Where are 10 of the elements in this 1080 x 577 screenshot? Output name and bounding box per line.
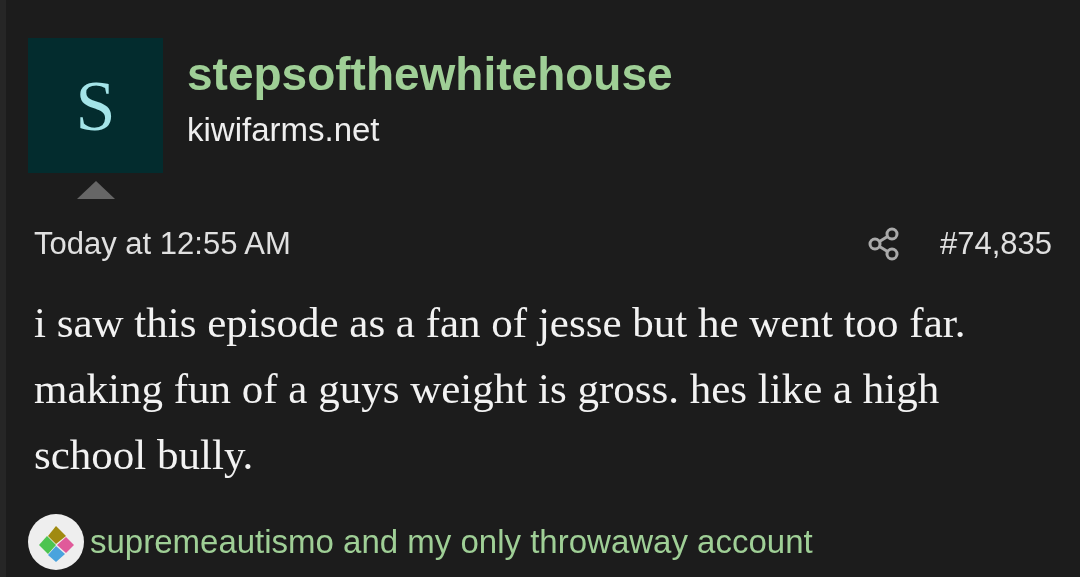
puzzle-icon <box>28 513 84 570</box>
avatar[interactable]: S <box>28 38 163 173</box>
triangle-icon <box>76 181 115 199</box>
site-name: kiwifarms.net <box>187 110 381 150</box>
post-number[interactable]: #74,835 <box>939 221 1052 268</box>
share-icon[interactable] <box>867 227 900 262</box>
reaction-users[interactable]: supremeautismo and my only throwaway account <box>90 516 813 567</box>
post-body: i saw this episode as a fan of jesse but he went too far. making fun of a guys weight is gross. hes like a high school bully. <box>33 297 967 480</box>
username[interactable]: stepsofthewhitehouse <box>187 46 673 102</box>
post-date[interactable]: Today at 12:55 AM <box>34 221 291 268</box>
